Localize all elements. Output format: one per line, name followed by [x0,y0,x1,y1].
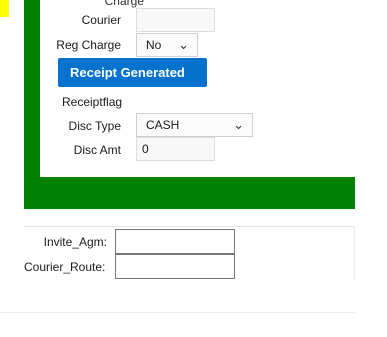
courier-label: Courier [81,13,121,27]
yellow-tab [0,0,9,17]
extra-fields-panel: Invite_Agm: Courier_Route: [24,226,355,282]
chevron-down-icon: ⌄ [178,37,189,52]
reg-charge-value: No [146,38,162,52]
section-divider [0,312,355,313]
disc-type-select[interactable]: CASH ⌄ [136,113,253,137]
courier-input[interactable] [136,8,215,32]
reg-charge-select[interactable]: No ⌄ [136,33,198,57]
form-region: Charge Courier Reg Charge No ⌄ Receipt G… [24,0,355,209]
reg-charge-label: Reg Charge [56,38,121,52]
disc-amt-input[interactable]: 0 [136,137,215,161]
panel-divider [354,226,355,281]
chevron-down-icon: ⌄ [233,117,244,132]
invite-agm-input[interactable] [115,229,235,254]
disc-type-label: Disc Type [68,119,121,133]
receipt-generated-label: Receipt Generated [70,65,185,80]
disc-amt-label: Disc Amt [73,143,121,157]
courier-route-input[interactable] [115,254,235,279]
courier-route-label: Courier_Route: [24,260,106,274]
receipt-generated-button[interactable]: Receipt Generated [58,58,207,108]
invite-agm-label: Invite_Agm: [43,235,107,249]
receiptflag-label: Receiptflag [62,95,123,109]
form-panel: Charge Courier Reg Charge No ⌄ Receipt G… [40,0,355,177]
charge-label: Charge [104,0,144,8]
disc-type-value: CASH [146,118,180,132]
